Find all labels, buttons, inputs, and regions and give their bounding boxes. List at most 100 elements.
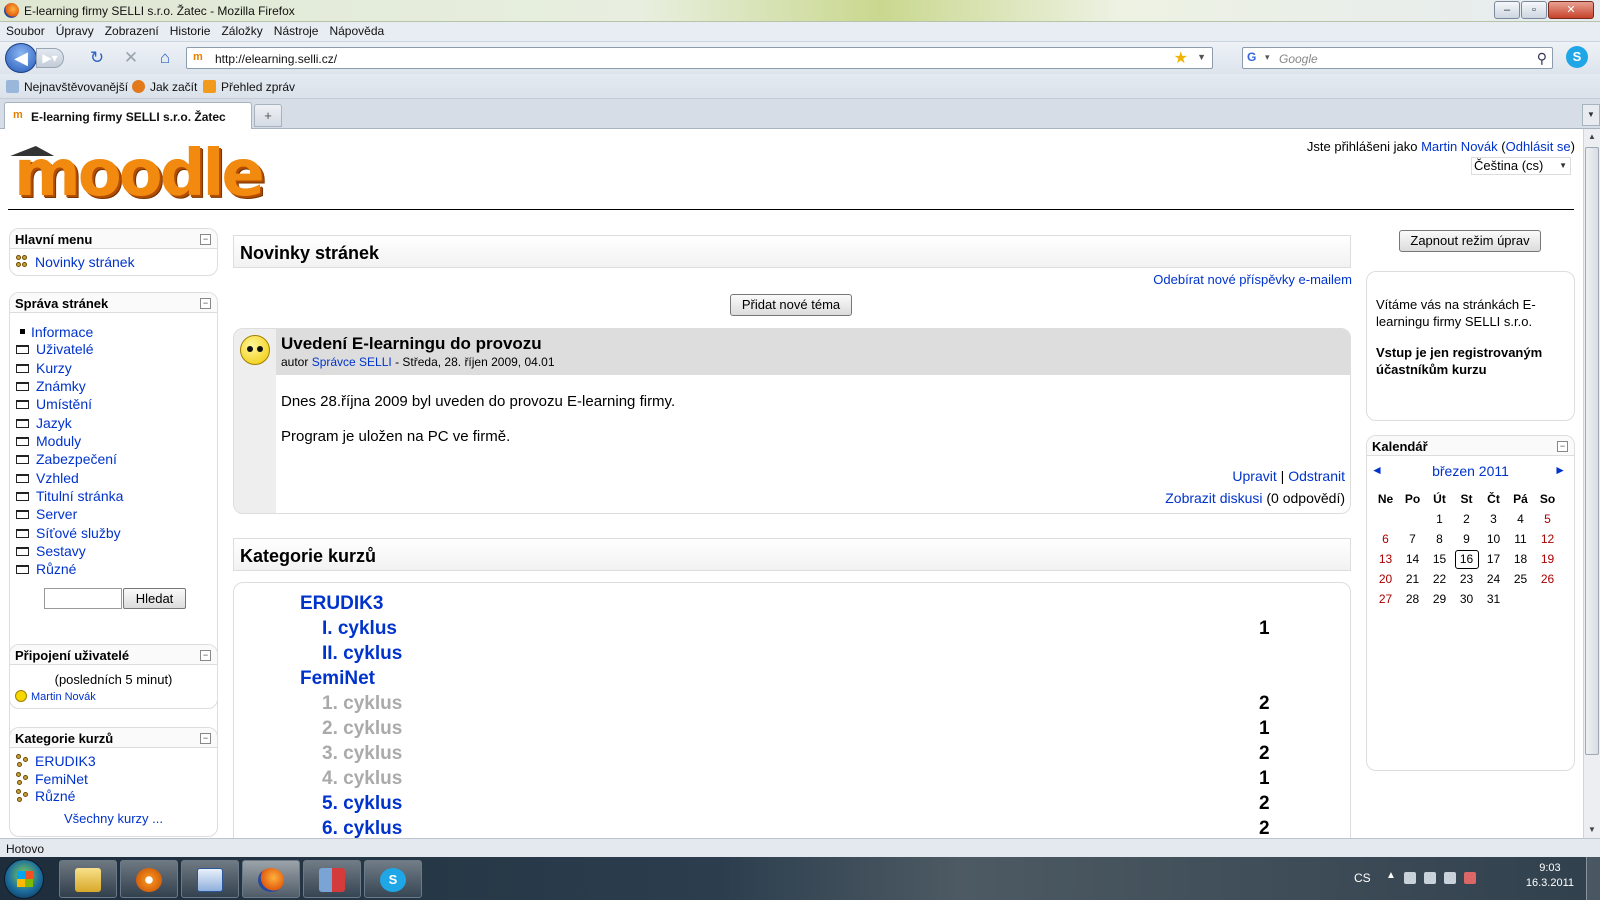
calendar-day[interactable]: 15 [1426,549,1453,569]
logout-link[interactable]: Odhlásit se [1506,139,1571,154]
calendar-day[interactable]: 5 [1534,509,1561,529]
tab-elearning[interactable]: m E-learning firmy SELLI s.r.o. Žatec [4,102,252,129]
category-link-feminet[interactable]: FemiNet [16,771,88,787]
view-discussion-link[interactable]: Zobrazit diskusi [1165,490,1262,506]
calendar-day[interactable]: 22 [1426,569,1453,589]
calendar-day[interactable]: 10 [1480,529,1507,549]
start-button[interactable] [4,859,44,899]
author-avatar-icon[interactable] [240,335,270,365]
maximize-button[interactable]: ▫ [1521,1,1547,19]
menu-soubor[interactable]: Soubor [0,22,50,38]
collapse-icon[interactable]: − [200,650,211,661]
calendar-day[interactable]: 29 [1426,589,1453,609]
bookmark-getting-started[interactable]: Jak začít [132,80,197,94]
category-i-cyklus[interactable]: I. cyklus [322,618,397,640]
google-engine-icon[interactable]: G [1247,50,1263,66]
url-bar[interactable]: m http://elearning.selli.cz/ ★ ▼ [186,47,1213,69]
calendar-day[interactable]: 7 [1399,529,1426,549]
calendar-day[interactable]: 19 [1534,549,1561,569]
show-desktop-button[interactable] [1586,857,1600,900]
menu-zalozky[interactable]: Záložky [215,22,267,38]
calendar-day-today[interactable]: 16 [1453,549,1480,569]
calendar-day[interactable]: 26 [1534,569,1561,589]
minimize-button[interactable]: – [1494,1,1520,19]
admin-search-input[interactable] [44,588,122,609]
calendar-day[interactable]: 31 [1480,589,1507,609]
calendar-day[interactable]: 24 [1480,569,1507,589]
scroll-thumb[interactable] [1585,147,1599,755]
url-dropdown-icon[interactable]: ▼ [1197,52,1206,62]
collapse-icon[interactable]: − [200,733,211,744]
calendar-month[interactable]: březen 2011 [1367,463,1574,479]
user-link[interactable]: Martin Novák [1421,139,1498,154]
device-icon[interactable] [1424,872,1436,884]
post-author-link[interactable]: Správce SELLI [312,355,392,369]
admin-item-kurzy[interactable]: Kurzy [16,360,72,376]
scroll-down-icon[interactable]: ▼ [1584,822,1600,838]
menu-zobrazeni[interactable]: Zobrazení [99,22,164,38]
taskbar-media-player[interactable] [120,860,178,898]
calendar-day[interactable]: 28 [1399,589,1426,609]
taskbar-skype[interactable]: S [364,860,422,898]
calendar-day[interactable]: 21 [1399,569,1426,589]
taskbar-network[interactable] [303,860,361,898]
admin-item-server[interactable]: Server [16,506,77,522]
calendar-day[interactable]: 18 [1507,549,1534,569]
category-5-cyklus[interactable]: 5. cyklus [322,793,402,815]
menu-nastroje[interactable]: Nástroje [268,22,324,38]
network-signal-icon[interactable] [1444,872,1456,884]
calendar-day[interactable]: 23 [1453,569,1480,589]
calendar-day[interactable]: 3 [1480,509,1507,529]
reload-button[interactable]: ↻ [86,48,108,68]
stop-button[interactable]: ✕ [120,48,142,68]
category-3-cyklus[interactable]: 3. cyklus [322,743,402,765]
admin-item-moduly[interactable]: Moduly [16,433,81,449]
category-4-cyklus[interactable]: 4. cyklus [322,768,402,790]
category-link-ruzne[interactable]: Různé [16,788,75,804]
calendar-day[interactable]: 25 [1507,569,1534,589]
calendar-day[interactable]: 20 [1372,569,1399,589]
admin-item-umisteni[interactable]: Umístění [16,396,92,412]
calendar-day[interactable]: 11 [1507,529,1534,549]
search-bar[interactable]: G ▾ Google ⚲ [1242,47,1553,69]
menu-napoveda[interactable]: Nápověda [323,22,389,38]
system-clock[interactable]: 9:03 16.3.2011 [1526,861,1574,891]
admin-item-informace[interactable]: Informace [20,324,93,340]
bookmark-most-visited[interactable]: Nejnavštěvovanější [6,80,128,94]
admin-item-jazyk[interactable]: Jazyk [16,415,72,431]
category-erudik3[interactable]: ERUDIK3 [300,593,383,615]
search-icon[interactable]: ⚲ [1537,50,1547,67]
admin-item-titulni-stranka[interactable]: Titulní stránka [16,488,123,504]
engine-dropdown-icon[interactable]: ▾ [1265,52,1270,63]
category-1-cyklus[interactable]: 1. cyklus [322,693,402,715]
category-6-cyklus[interactable]: 6. cyklus [322,818,402,838]
back-button[interactable]: ◀ [5,43,37,73]
online-user[interactable]: Martin Novák [15,690,96,703]
admin-item-vzhled[interactable]: Vzhled [16,470,79,486]
collapse-icon[interactable]: − [1557,441,1568,452]
admin-item-ruzne[interactable]: Různé [16,561,76,577]
edit-mode-button[interactable]: Zapnout režim úprav [1399,230,1541,252]
language-select[interactable]: Čeština (cs) ▼ [1471,157,1571,175]
admin-item-sestavy[interactable]: Sestavy [16,543,86,559]
menu-historie[interactable]: Historie [164,22,216,38]
calendar-day[interactable]: 30 [1453,589,1480,609]
bookmark-star-icon[interactable]: ★ [1174,48,1188,68]
admin-item-znamky[interactable]: Známky [16,378,86,394]
menu-upravy[interactable]: Úpravy [50,22,99,38]
calendar-day[interactable]: 27 [1372,589,1399,609]
admin-search-button[interactable]: Hledat [123,588,186,609]
calendar-day[interactable]: 6 [1372,529,1399,549]
admin-item-uzivatele[interactable]: Uživatelé [16,341,94,357]
calendar-day[interactable]: 9 [1453,529,1480,549]
scroll-up-icon[interactable]: ▲ [1584,129,1600,145]
calendar-day[interactable]: 1 [1426,509,1453,529]
taskbar-explorer[interactable] [59,860,117,898]
moodle-logo[interactable]: moodle [10,137,265,211]
admin-item-zabezpeceni[interactable]: Zabezpečení [16,451,117,467]
close-button[interactable]: ✕ [1548,1,1594,19]
volume-muted-icon[interactable] [1464,872,1476,884]
category-ii-cyklus[interactable]: II. cyklus [322,643,402,665]
add-topic-button[interactable]: Přidat nové téma [730,294,852,316]
taskbar-word[interactable] [181,860,239,898]
